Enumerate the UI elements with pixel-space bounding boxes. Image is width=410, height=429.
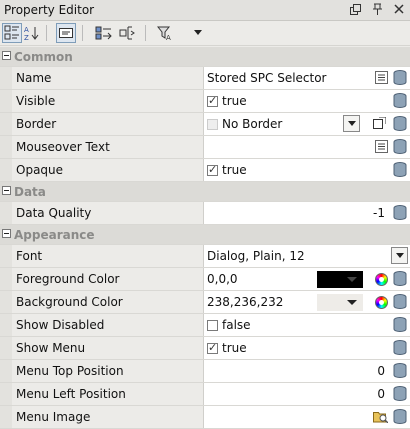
property-row-foreground[interactable]: Foreground Color 0,0,0 — [0, 268, 410, 291]
property-name: Show Disabled — [16, 318, 105, 332]
property-editor-panel: Property Editor AZ A Common Name Stored … — [0, 0, 410, 429]
categorized-view-icon[interactable] — [2, 23, 22, 43]
property-name: Data Quality — [16, 206, 92, 220]
collapse-toggle-icon[interactable] — [2, 229, 11, 238]
close-icon[interactable] — [392, 2, 406, 16]
binding-icon[interactable] — [393, 271, 407, 287]
property-row-show-disabled[interactable]: Show Disabled false — [0, 314, 410, 337]
border-dropdown-button[interactable] — [343, 115, 360, 132]
property-name: Opaque — [16, 163, 64, 177]
binding-icon[interactable] — [393, 70, 407, 86]
foreground-swatch[interactable] — [317, 271, 363, 288]
foreground-value[interactable]: 0,0,0 — [207, 272, 238, 286]
show-disabled-checkbox[interactable] — [207, 320, 218, 331]
category-data[interactable]: Data — [0, 182, 410, 202]
collapse-toggle-icon[interactable] — [2, 186, 11, 195]
property-row-font[interactable]: Font Dialog, Plain, 12 — [0, 245, 410, 268]
property-row-name[interactable]: Name Stored SPC Selector — [0, 67, 410, 90]
binding-icon[interactable] — [393, 116, 407, 132]
category-common[interactable]: Common — [0, 47, 410, 67]
edit-text-icon[interactable] — [375, 140, 388, 153]
property-name: Mouseover Text — [16, 140, 110, 154]
binding-icon[interactable] — [393, 294, 407, 310]
category-appearance[interactable]: Appearance — [0, 225, 410, 245]
show-disabled-value: false — [222, 318, 251, 332]
name-value[interactable]: Stored SPC Selector — [207, 71, 327, 85]
category-label: Appearance — [14, 228, 95, 242]
chevron-down-icon[interactable] — [188, 23, 208, 43]
binding-icon[interactable] — [393, 162, 407, 178]
property-row-menu-left[interactable]: Menu Left Position 0 — [0, 383, 410, 406]
image-browse-icon[interactable] — [373, 410, 389, 424]
float-window-icon[interactable] — [348, 2, 362, 16]
binding-icon[interactable] — [393, 340, 407, 356]
opaque-checkbox[interactable] — [207, 163, 218, 176]
font-value[interactable]: Dialog, Plain, 12 — [207, 249, 305, 263]
binding-icon[interactable] — [393, 139, 407, 155]
background-value[interactable]: 238,236,232 — [207, 295, 283, 309]
property-name: Menu Left Position — [16, 387, 126, 401]
property-name: Name — [16, 71, 52, 85]
property-name: Visible — [16, 94, 56, 108]
border-value[interactable]: No Border — [222, 117, 282, 131]
property-row-show-menu[interactable]: Show Menu true — [0, 337, 410, 360]
binding-icon[interactable] — [393, 205, 407, 221]
border-preview-icon — [207, 119, 218, 130]
property-row-background[interactable]: Background Color 238,236,232 — [0, 291, 410, 314]
opaque-value: true — [222, 163, 247, 177]
svg-text:Z: Z — [24, 34, 29, 41]
title-bar: Property Editor — [0, 0, 410, 21]
color-wheel-icon[interactable] — [375, 296, 388, 309]
property-row-menu-top[interactable]: Menu Top Position 0 — [0, 360, 410, 383]
expand-collapse-icon[interactable] — [118, 23, 138, 43]
show-menu-value: true — [222, 341, 247, 355]
filter-icon[interactable]: A — [156, 23, 176, 43]
property-row-data-quality[interactable]: Data Quality -1 — [0, 202, 410, 225]
property-row-visible[interactable]: Visible true — [0, 90, 410, 113]
toolbar-separator — [82, 25, 83, 41]
property-row-menu-image[interactable]: Menu Image — [0, 406, 410, 429]
show-descriptions-icon[interactable] — [56, 23, 76, 43]
property-name: Foreground Color — [16, 272, 120, 286]
binding-icon[interactable] — [393, 363, 407, 379]
property-row-opaque[interactable]: Opaque true — [0, 159, 410, 182]
binding-icon[interactable] — [393, 93, 407, 109]
binding-options-icon[interactable] — [94, 23, 114, 43]
svg-text:A: A — [24, 26, 29, 34]
binding-icon[interactable] — [393, 386, 407, 402]
show-menu-checkbox[interactable] — [207, 341, 218, 354]
visible-checkbox[interactable] — [207, 94, 218, 107]
toolbar-separator — [145, 25, 146, 41]
color-wheel-icon[interactable] — [375, 273, 388, 286]
visible-value: true — [222, 94, 247, 108]
sort-alphabetical-icon[interactable]: AZ — [22, 23, 42, 43]
toolbar-separator — [46, 25, 47, 41]
property-grid: Common Name Stored SPC Selector Visible … — [0, 47, 410, 429]
panel-title: Property Editor — [4, 3, 95, 17]
property-name: Font — [16, 249, 43, 263]
collapse-toggle-icon[interactable] — [2, 51, 11, 60]
pin-icon[interactable] — [370, 2, 384, 16]
binding-icon[interactable] — [393, 317, 407, 333]
property-row-border[interactable]: Border No Border — [0, 113, 410, 136]
font-dropdown-button[interactable] — [391, 247, 408, 264]
category-label: Data — [14, 185, 46, 199]
property-name: Menu Image — [16, 410, 91, 424]
category-label: Common — [14, 50, 73, 64]
toolbar: AZ A — [0, 21, 410, 46]
property-name: Show Menu — [16, 341, 86, 355]
property-row-mouseover[interactable]: Mouseover Text — [0, 136, 410, 159]
property-name: Background Color — [16, 295, 123, 309]
border-editor-icon[interactable] — [373, 116, 387, 130]
background-swatch[interactable] — [317, 294, 363, 311]
property-name: Border — [16, 117, 57, 131]
svg-text:A: A — [166, 34, 171, 41]
binding-icon[interactable] — [393, 409, 407, 425]
data-quality-value[interactable]: -1 — [373, 206, 385, 220]
edit-text-icon[interactable] — [375, 71, 388, 84]
menu-top-value[interactable]: 0 — [377, 364, 385, 378]
menu-left-value[interactable]: 0 — [377, 387, 385, 401]
property-name: Menu Top Position — [16, 364, 124, 378]
